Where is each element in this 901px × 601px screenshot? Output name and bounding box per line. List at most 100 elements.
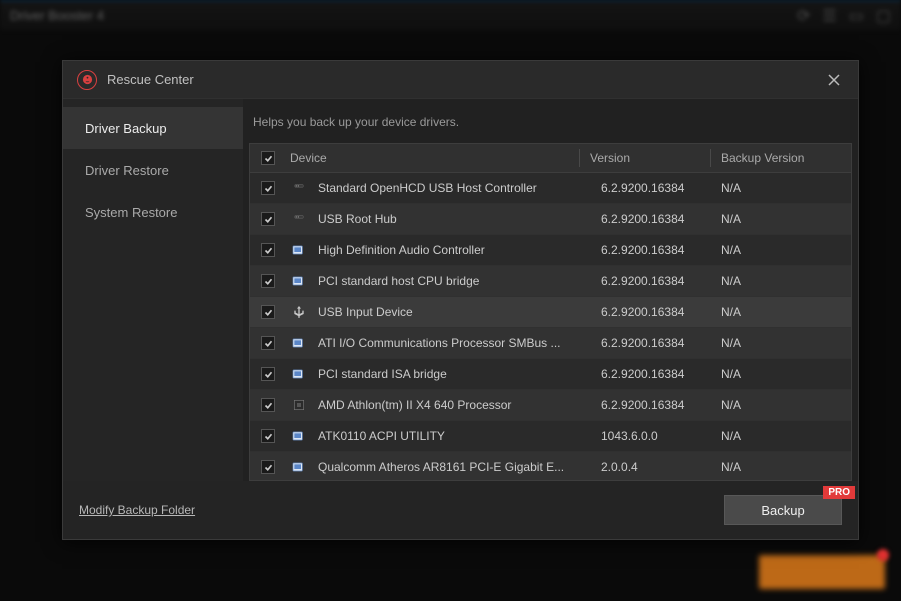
- device-cell: Qualcomm Atheros AR8161 PCI-E Gigabit E.…: [286, 458, 601, 476]
- row-checkbox[interactable]: [261, 181, 275, 195]
- device-cell: ATI I/O Communications Processor SMBus .…: [286, 334, 601, 352]
- table-row[interactable]: Qualcomm Atheros AR8161 PCI-E Gigabit E.…: [250, 452, 851, 481]
- table-row[interactable]: PCI standard host CPU bridge 6.2.9200.163…: [250, 266, 851, 297]
- device-icon: [290, 179, 308, 197]
- row-checkbox[interactable]: [261, 305, 275, 319]
- app-name: Driver Booster 4: [10, 8, 104, 23]
- device-name: Qualcomm Atheros AR8161 PCI-E Gigabit E.…: [318, 460, 564, 474]
- modal-body: Driver BackupDriver RestoreSystem Restor…: [63, 99, 858, 481]
- row-checkbox[interactable]: [261, 429, 275, 443]
- version-cell: 6.2.9200.16384: [601, 305, 721, 319]
- header-device[interactable]: Device: [286, 151, 579, 165]
- modal-header: Rescue Center: [63, 61, 858, 99]
- device-icon: [290, 427, 308, 445]
- device-name: High Definition Audio Controller: [318, 243, 485, 257]
- device-name: ATI I/O Communications Processor SMBus .…: [318, 336, 561, 350]
- table-header: Device Version Backup Version: [249, 143, 852, 173]
- version-cell: 6.2.9200.16384: [601, 243, 721, 257]
- sidebar-item-system-restore[interactable]: System Restore: [63, 191, 243, 233]
- backup-version-cell: N/A: [721, 274, 851, 288]
- row-checkbox[interactable]: [261, 460, 275, 474]
- device-cell: ATK0110 ACPI UTILITY: [286, 427, 601, 445]
- row-checkbox[interactable]: [261, 212, 275, 226]
- version-cell: 6.2.9200.16384: [601, 181, 721, 195]
- version-cell: 6.2.9200.16384: [601, 367, 721, 381]
- device-name: PCI standard host CPU bridge: [318, 274, 479, 288]
- table-row[interactable]: Standard OpenHCD USB Host Controller 6.2.…: [250, 173, 851, 204]
- backup-button[interactable]: Backup PRO: [724, 495, 842, 525]
- device-icon: [290, 210, 308, 228]
- header-backup-version[interactable]: Backup Version: [721, 151, 851, 165]
- device-cell: USB Input Device: [286, 303, 601, 321]
- backup-version-cell: N/A: [721, 181, 851, 195]
- backup-button-label: Backup: [761, 503, 804, 518]
- device-icon: [290, 458, 308, 476]
- row-checkbox[interactable]: [261, 336, 275, 350]
- backup-version-cell: N/A: [721, 336, 851, 350]
- device-icon: [290, 334, 308, 352]
- driver-table: Device Version Backup Version Standard O…: [249, 143, 852, 481]
- modify-backup-folder-link[interactable]: Modify Backup Folder: [79, 503, 195, 517]
- version-cell: 6.2.9200.16384: [601, 274, 721, 288]
- device-cell: High Definition Audio Controller: [286, 241, 601, 259]
- backup-version-cell: N/A: [721, 398, 851, 412]
- device-icon: [290, 272, 308, 290]
- table-body[interactable]: Standard OpenHCD USB Host Controller 6.2.…: [249, 173, 852, 481]
- device-name: ATK0110 ACPI UTILITY: [318, 429, 445, 443]
- sidebar-item-driver-backup[interactable]: Driver Backup: [63, 107, 243, 149]
- backup-version-cell: N/A: [721, 429, 851, 443]
- panel-description: Helps you back up your device drivers.: [243, 99, 858, 143]
- header-version[interactable]: Version: [590, 151, 710, 165]
- device-name: Standard OpenHCD USB Host Controller: [318, 181, 537, 195]
- device-cell: USB Root Hub: [286, 210, 601, 228]
- rescue-center-icon: [77, 70, 97, 90]
- device-cell: PCI standard ISA bridge: [286, 365, 601, 383]
- sidebar-item-driver-restore[interactable]: Driver Restore: [63, 149, 243, 191]
- table-row[interactable]: High Definition Audio Controller 6.2.9200…: [250, 235, 851, 266]
- titlebar-icon: ▢: [876, 6, 891, 26]
- main-panel: Helps you back up your device drivers. D…: [243, 99, 858, 481]
- device-icon: [290, 241, 308, 259]
- version-cell: 2.0.0.4: [601, 460, 721, 474]
- backup-version-cell: N/A: [721, 367, 851, 381]
- table-row[interactable]: ATI I/O Communications Processor SMBus .…: [250, 328, 851, 359]
- device-name: USB Input Device: [318, 305, 413, 319]
- backup-version-cell: N/A: [721, 305, 851, 319]
- row-checkbox[interactable]: [261, 243, 275, 257]
- version-cell: 6.2.9200.16384: [601, 212, 721, 226]
- table-row[interactable]: USB Root Hub 6.2.9200.16384N/A: [250, 204, 851, 235]
- activate-badge: [877, 549, 889, 561]
- header-checkbox-cell: [250, 151, 286, 165]
- backup-version-cell: N/A: [721, 243, 851, 257]
- device-icon: [290, 396, 308, 414]
- device-icon: [290, 365, 308, 383]
- device-cell: AMD Athlon(tm) II X4 640 Processor: [286, 396, 601, 414]
- version-cell: 6.2.9200.16384: [601, 336, 721, 350]
- backup-version-cell: N/A: [721, 212, 851, 226]
- row-checkbox[interactable]: [261, 274, 275, 288]
- select-all-checkbox[interactable]: [261, 151, 275, 165]
- pro-badge: PRO: [823, 486, 855, 499]
- rescue-center-modal: Rescue Center Driver BackupDriver Restor…: [62, 60, 859, 540]
- row-checkbox[interactable]: [261, 398, 275, 412]
- table-row[interactable]: PCI standard ISA bridge 6.2.9200.16384N/A: [250, 359, 851, 390]
- backup-version-cell: N/A: [721, 460, 851, 474]
- sidebar: Driver BackupDriver RestoreSystem Restor…: [63, 99, 243, 481]
- device-cell: Standard OpenHCD USB Host Controller: [286, 179, 601, 197]
- device-name: USB Root Hub: [318, 212, 397, 226]
- titlebar-icon: ☰: [822, 6, 836, 26]
- titlebar-icon: ⟳: [797, 6, 810, 26]
- activate-button-blur: [759, 555, 885, 589]
- titlebar-icon: ▭: [849, 6, 864, 26]
- row-checkbox[interactable]: [261, 367, 275, 381]
- version-cell: 1043.6.0.0: [601, 429, 721, 443]
- modal-footer: Modify Backup Folder Backup PRO: [63, 481, 858, 539]
- titlebar-icons: ⟳ ☰ ▭ ▢: [797, 6, 891, 26]
- table-row[interactable]: AMD Athlon(tm) II X4 640 Processor6.2.92…: [250, 390, 851, 421]
- table-row[interactable]: ATK0110 ACPI UTILITY 1043.6.0.0N/A: [250, 421, 851, 452]
- close-button[interactable]: [824, 70, 844, 90]
- device-icon: [290, 303, 308, 321]
- device-name: PCI standard ISA bridge: [318, 367, 447, 381]
- modal-title: Rescue Center: [107, 72, 194, 87]
- table-row[interactable]: USB Input Device 6.2.9200.16384N/A: [250, 297, 851, 328]
